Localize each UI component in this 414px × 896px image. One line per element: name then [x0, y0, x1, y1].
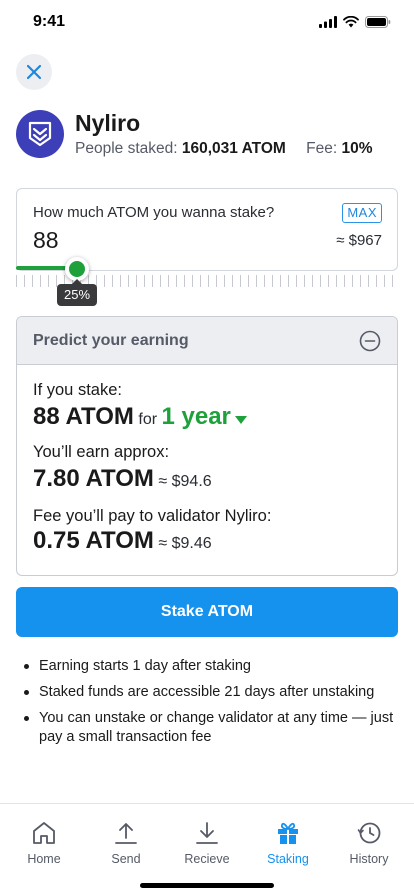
validator-stats: People staked: 160,031 ATOM Fee: 10%: [75, 140, 373, 158]
tab-home[interactable]: Home: [8, 820, 80, 866]
predict-title: Predict your earning: [33, 332, 189, 349]
fee-amount: 0.75 ATOM: [33, 527, 154, 554]
slider-thumb[interactable]: [65, 257, 89, 281]
tab-label: Home: [27, 852, 61, 866]
max-button[interactable]: MAX: [342, 203, 382, 223]
tab-receive[interactable]: Recieve: [171, 820, 243, 866]
battery-icon: [365, 16, 391, 28]
tab-send[interactable]: Send: [90, 820, 162, 866]
tab-label: Send: [111, 852, 141, 866]
period-value: 1 year: [161, 403, 231, 430]
validator-header: Nyliro People staked: 160,031 ATOM Fee: …: [16, 108, 398, 160]
earn-fiat: ≈ $94.6: [158, 473, 212, 490]
close-icon: [26, 64, 42, 80]
people-staked-label: People staked:: [75, 140, 178, 157]
note-item: Earning starts 1 day after staking: [24, 657, 394, 676]
earn-amount: 7.80 ATOM: [33, 465, 154, 492]
people-staked-value: 160,031 ATOM: [181, 140, 286, 157]
receive-icon: [196, 822, 218, 844]
tab-label: Recieve: [184, 852, 230, 866]
amount-fiat-value: ≈ $967: [336, 232, 382, 249]
predict-header[interactable]: Predict your earning: [17, 317, 397, 365]
for-label: for: [138, 411, 158, 428]
staking-notes: Earning starts 1 day after staking Stake…: [24, 657, 394, 754]
tab-label: Staking: [267, 852, 309, 866]
amount-input[interactable]: 88: [33, 227, 59, 254]
fee-label: Fee:: [306, 140, 338, 157]
collapse-icon[interactable]: [359, 330, 381, 352]
status-time: 9:41: [33, 13, 66, 30]
slider-percent-tooltip: 25%: [57, 279, 97, 306]
note-item: You can unstake or change validator at a…: [24, 709, 394, 747]
history-icon: [357, 822, 381, 844]
home-indicator: [140, 883, 274, 888]
fee-pay-label: Fee you’ll pay to validator Nyliro:: [33, 507, 272, 525]
validator-logo-icon: [28, 121, 52, 147]
period-dropdown[interactable]: 1 year: [162, 403, 247, 430]
amount-slider[interactable]: 25%: [16, 254, 398, 306]
tab-staking[interactable]: Staking: [252, 820, 324, 866]
stake-summary: 88 ATOM for 1 year: [33, 403, 247, 431]
fee-value: 10%: [341, 140, 373, 157]
fee-summary: 0.75 ATOM ≈ $9.46: [33, 527, 212, 555]
caret-down-icon: [234, 415, 247, 424]
status-bar: 9:41: [0, 0, 414, 44]
close-button[interactable]: [16, 54, 52, 90]
tab-label: History: [349, 852, 389, 866]
validator-logo: [16, 110, 64, 158]
status-icons: [319, 16, 391, 28]
amount-label: How much ATOM you wanna stake?: [33, 204, 275, 221]
send-icon: [115, 823, 137, 844]
note-item: Staked funds are accessible 21 days afte…: [24, 683, 394, 702]
home-icon: [33, 822, 55, 844]
earn-summary: 7.80 ATOM ≈ $94.6: [33, 465, 212, 493]
stake-button[interactable]: Stake ATOM: [16, 587, 398, 637]
gift-icon: [278, 822, 298, 844]
earn-label: You’ll earn approx:: [33, 443, 170, 461]
validator-name: Nyliro: [75, 110, 141, 136]
fee-fiat: ≈ $9.46: [158, 535, 212, 552]
wifi-icon: [343, 16, 359, 28]
tab-history[interactable]: History: [333, 820, 405, 866]
stake-amount: 88 ATOM: [33, 403, 134, 430]
if-stake-label: If you stake:: [33, 381, 122, 399]
signal-icon: [319, 16, 337, 28]
predict-earning-card: Predict your earning If you stake: 88 AT…: [16, 316, 398, 576]
